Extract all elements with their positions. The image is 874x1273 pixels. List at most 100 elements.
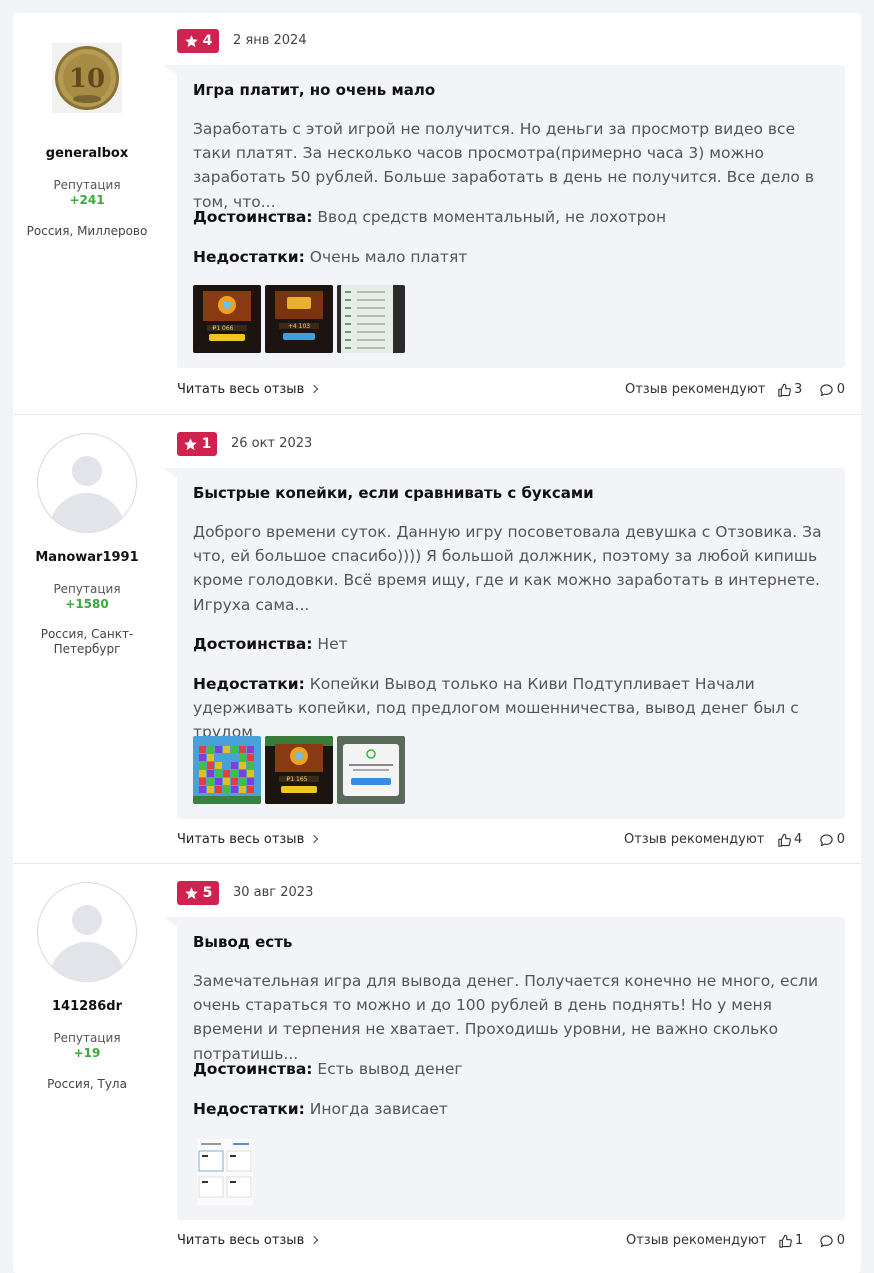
star-icon xyxy=(183,437,197,450)
transactions-screenshot-image xyxy=(337,285,405,353)
read-more-label: Читать весь отзыв xyxy=(177,382,305,397)
author-block: 141286dr Репутация +19 Россия, Тула xyxy=(13,864,161,1164)
thumbs-up-icon xyxy=(778,383,791,397)
reputation-value: +19 xyxy=(73,1046,101,1060)
review-item: 10 generalbox Репутация +241 Россия, Мил… xyxy=(13,13,861,414)
svg-text:10: 10 xyxy=(69,64,105,94)
comments-count: 0 xyxy=(836,1233,845,1248)
rating-badge: 1 xyxy=(177,432,217,456)
avatar[interactable] xyxy=(37,882,137,982)
read-more-link[interactable]: Читать весь отзыв xyxy=(177,378,319,402)
review-title[interactable]: Игра платит, но очень мало xyxy=(193,81,435,99)
pros-text: Нет xyxy=(317,635,348,653)
svg-text:+4 103: +4 103 xyxy=(288,323,310,330)
photo-thumbnail[interactable]: ₽1 165 xyxy=(265,736,333,804)
avatar[interactable] xyxy=(37,433,137,533)
recommend-label: Отзыв рекомендуют xyxy=(626,1233,767,1248)
coin-avatar-image: 10 xyxy=(52,43,122,113)
review-excerpt: Доброго времени суток. Данную игру посов… xyxy=(193,523,822,614)
game-screenshot-image: ₽1 165 xyxy=(265,736,333,804)
chevron-right-icon xyxy=(309,1235,319,1245)
review-footer: Читать весь отзыв Отзыв рекомендуют 4 0 xyxy=(177,828,845,852)
review-footer: Читать весь отзыв Отзыв рекомендуют 1 0 xyxy=(177,1229,845,1253)
review-card: Вывод есть Замечательная игра для вывода… xyxy=(163,917,845,1220)
app-screenshot-image xyxy=(193,1137,257,1205)
pros-text: Есть вывод денег xyxy=(317,1060,463,1078)
photo-thumbnail[interactable]: +4 103 xyxy=(265,285,333,353)
review-title[interactable]: Быстрые копейки, если сравнивать с букса… xyxy=(193,484,594,502)
default-avatar-body xyxy=(49,942,125,981)
star-icon xyxy=(184,34,198,47)
thumbs-up-icon xyxy=(778,833,791,847)
comments-button[interactable]: 0 xyxy=(819,828,845,852)
cons-line: Недостатки: Копейки Вывод только на Киви… xyxy=(193,672,833,745)
review-title[interactable]: Вывод есть xyxy=(193,933,292,951)
review-card: Игра платит, но очень мало Заработать с … xyxy=(163,65,845,368)
pros-label: Достоинства: xyxy=(193,208,313,226)
withdrawal-dialog-image xyxy=(337,736,405,804)
comments-button[interactable]: 0 xyxy=(819,1229,845,1253)
cons-label: Недостатки: xyxy=(193,248,305,266)
photo-thumbnail[interactable] xyxy=(193,736,261,804)
reputation-label: Репутация xyxy=(53,582,121,596)
review-item: Manowar1991 Репутация +1580 Россия, Санк… xyxy=(13,414,861,863)
cons-line: Недостатки: Иногда зависает xyxy=(193,1097,833,1121)
pros-text: Ввод средств моментальный, не лохотрон xyxy=(317,208,667,226)
chevron-right-icon xyxy=(309,384,319,394)
default-avatar-body xyxy=(49,493,125,532)
photo-thumbnail[interactable] xyxy=(337,736,405,804)
reputation-label: Репутация xyxy=(53,1031,121,1045)
likes-count: 1 xyxy=(795,1233,804,1248)
svg-text:₽1 165: ₽1 165 xyxy=(287,776,308,783)
review-card: Быстрые копейки, если сравнивать с букса… xyxy=(163,468,845,819)
reputation-label: Репутация xyxy=(53,178,121,192)
author-location: Россия, Тула xyxy=(47,1077,127,1091)
comments-count: 0 xyxy=(836,832,845,847)
read-more-link[interactable]: Читать весь отзыв xyxy=(177,1229,319,1253)
avatar[interactable]: 10 xyxy=(52,43,122,113)
svg-text:₽1 066: ₽1 066 xyxy=(213,325,234,332)
likes-button[interactable]: 4 xyxy=(777,828,802,852)
photo-thumbnails: ₽1 066 +4 103 xyxy=(193,285,405,353)
pros-label: Достоинства: xyxy=(193,1060,313,1078)
author-location: Россия, Санкт-Петербург xyxy=(40,627,134,656)
pros-line: Достоинства: Нет xyxy=(193,632,833,656)
review-footer: Читать весь отзыв Отзыв рекомендуют 3 0 xyxy=(177,378,845,402)
reviews-panel: 10 generalbox Репутация +241 Россия, Мил… xyxy=(13,13,861,1273)
review-excerpt: Заработать с этой игрой не получится. Но… xyxy=(193,120,814,211)
likes-button[interactable]: 1 xyxy=(778,1229,803,1253)
comment-icon xyxy=(820,833,833,846)
cons-text: Очень мало платят xyxy=(309,248,468,266)
rating-badge: 4 xyxy=(177,29,219,53)
star-icon xyxy=(184,886,198,899)
author-location: Россия, Миллерово xyxy=(26,224,148,238)
rating-value: 4 xyxy=(202,33,213,49)
read-more-label: Читать весь отзыв xyxy=(177,832,305,847)
author-name[interactable]: generalbox xyxy=(13,146,161,161)
cons-label: Недостатки: xyxy=(193,675,305,693)
rating-value: 5 xyxy=(202,885,213,901)
likes-count: 3 xyxy=(794,382,803,397)
read-more-link[interactable]: Читать весь отзыв xyxy=(177,828,319,852)
likes-button[interactable]: 3 xyxy=(777,378,802,402)
default-avatar-icon xyxy=(72,905,102,935)
thumbs-up-icon xyxy=(779,1234,792,1248)
review-date: 30 авг 2023 xyxy=(233,885,314,900)
photo-thumbnail[interactable] xyxy=(337,285,405,353)
game-screenshot-image: ₽1 066 xyxy=(193,285,261,353)
comments-count: 0 xyxy=(836,382,845,397)
author-name[interactable]: Manowar1991 xyxy=(13,550,161,565)
review-date: 2 янв 2024 xyxy=(233,33,307,48)
photo-thumbnail[interactable] xyxy=(193,1137,257,1205)
pros-line: Достоинства: Ввод средств моментальный, … xyxy=(193,205,833,229)
recommend-label: Отзыв рекомендуют xyxy=(624,832,765,847)
comments-button[interactable]: 0 xyxy=(819,378,845,402)
chevron-right-icon xyxy=(309,834,319,844)
comment-icon xyxy=(820,383,833,396)
review-date: 26 окт 2023 xyxy=(231,436,313,451)
recommend-label: Отзыв рекомендуют xyxy=(625,382,766,397)
photo-thumbnail[interactable]: ₽1 066 xyxy=(193,285,261,353)
photo-thumbnails xyxy=(193,1137,257,1205)
author-name[interactable]: 141286dr xyxy=(13,999,161,1014)
review-item: 141286dr Репутация +19 Россия, Тула 5 30… xyxy=(13,863,861,1273)
